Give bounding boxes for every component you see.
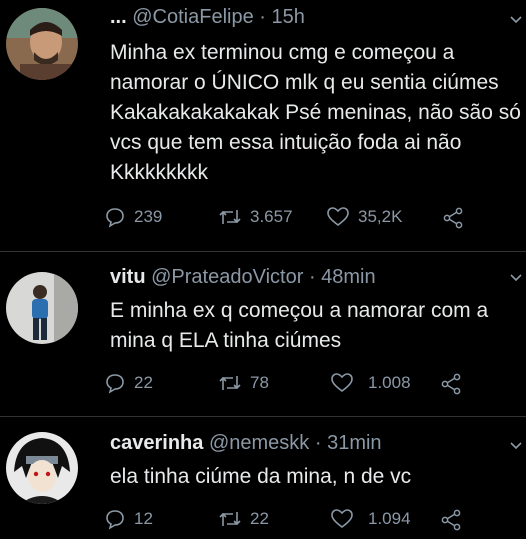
timestamp[interactable]: · 31min xyxy=(315,432,382,454)
like-count: 1.094 xyxy=(368,509,411,528)
tweet-text: Minha ex terminou cmg e começou a namora… xyxy=(110,41,521,184)
avatar[interactable] xyxy=(6,8,78,80)
timestamp[interactable]: · 48min xyxy=(309,266,376,288)
tweet-text: E minha ex q começou a namorar com a min… xyxy=(110,299,489,352)
tweet-header: ... @CotiaFelipe · 15h xyxy=(110,6,305,29)
chevron-down-icon[interactable] xyxy=(510,272,522,284)
retweet-count: 22 xyxy=(250,509,269,528)
user-handle[interactable]: @nemeskk xyxy=(209,432,309,454)
reply-button[interactable]: 22 xyxy=(104,372,153,394)
tweet-divider xyxy=(0,251,526,252)
share-icon[interactable] xyxy=(440,373,462,395)
avatar-image xyxy=(6,272,78,344)
user-handle[interactable]: @PrateadoVictor xyxy=(151,266,303,288)
retweet-icon xyxy=(219,210,241,224)
user-handle[interactable]: @CotiaFelipe xyxy=(132,6,253,28)
retweet-count: 3.657 xyxy=(250,207,293,226)
retweet-button[interactable]: 3.657 xyxy=(218,206,293,228)
retweet-icon xyxy=(219,376,241,390)
tweet-header: caverinha @nemeskk · 31min xyxy=(110,432,382,455)
timestamp[interactable]: · 15h xyxy=(259,6,305,28)
like-button[interactable]: 1.094 xyxy=(330,508,411,530)
avatar[interactable] xyxy=(6,272,78,344)
reply-icon xyxy=(106,208,124,228)
reply-button[interactable]: 12 xyxy=(104,508,153,530)
avatar[interactable] xyxy=(6,432,78,504)
reply-button[interactable]: 239 xyxy=(104,206,162,228)
like-icon xyxy=(331,373,353,393)
tweet-divider xyxy=(0,416,526,417)
retweet-button[interactable]: 78 xyxy=(218,372,269,394)
reply-icon xyxy=(106,374,124,394)
reply-count: 22 xyxy=(134,373,153,392)
like-button[interactable]: 1.008 xyxy=(330,372,411,394)
like-icon xyxy=(331,509,353,529)
share-icon[interactable] xyxy=(440,509,462,531)
like-button[interactable]: 35,2K xyxy=(326,206,402,228)
like-count: 1.008 xyxy=(368,373,411,392)
chevron-down-icon[interactable] xyxy=(510,14,522,26)
chevron-down-icon[interactable] xyxy=(510,440,522,452)
retweet-icon xyxy=(219,512,241,526)
tweet-header: vitu @PrateadoVictor · 48min xyxy=(110,266,376,289)
reply-icon xyxy=(106,510,124,530)
tweet-text: ela tinha ciúme da mina, n de vc xyxy=(110,465,412,488)
like-icon xyxy=(327,207,349,227)
display-name[interactable]: ... xyxy=(110,6,127,28)
display-name[interactable]: caverinha xyxy=(110,432,203,454)
share-icon[interactable] xyxy=(442,207,464,229)
reply-count: 239 xyxy=(134,207,163,226)
avatar-image xyxy=(6,8,78,80)
display-name[interactable]: vitu xyxy=(110,266,146,288)
like-count: 35,2K xyxy=(358,207,403,226)
retweet-count: 78 xyxy=(250,373,269,392)
retweet-button[interactable]: 22 xyxy=(218,508,269,530)
avatar-image xyxy=(6,432,78,504)
reply-count: 12 xyxy=(134,509,153,528)
